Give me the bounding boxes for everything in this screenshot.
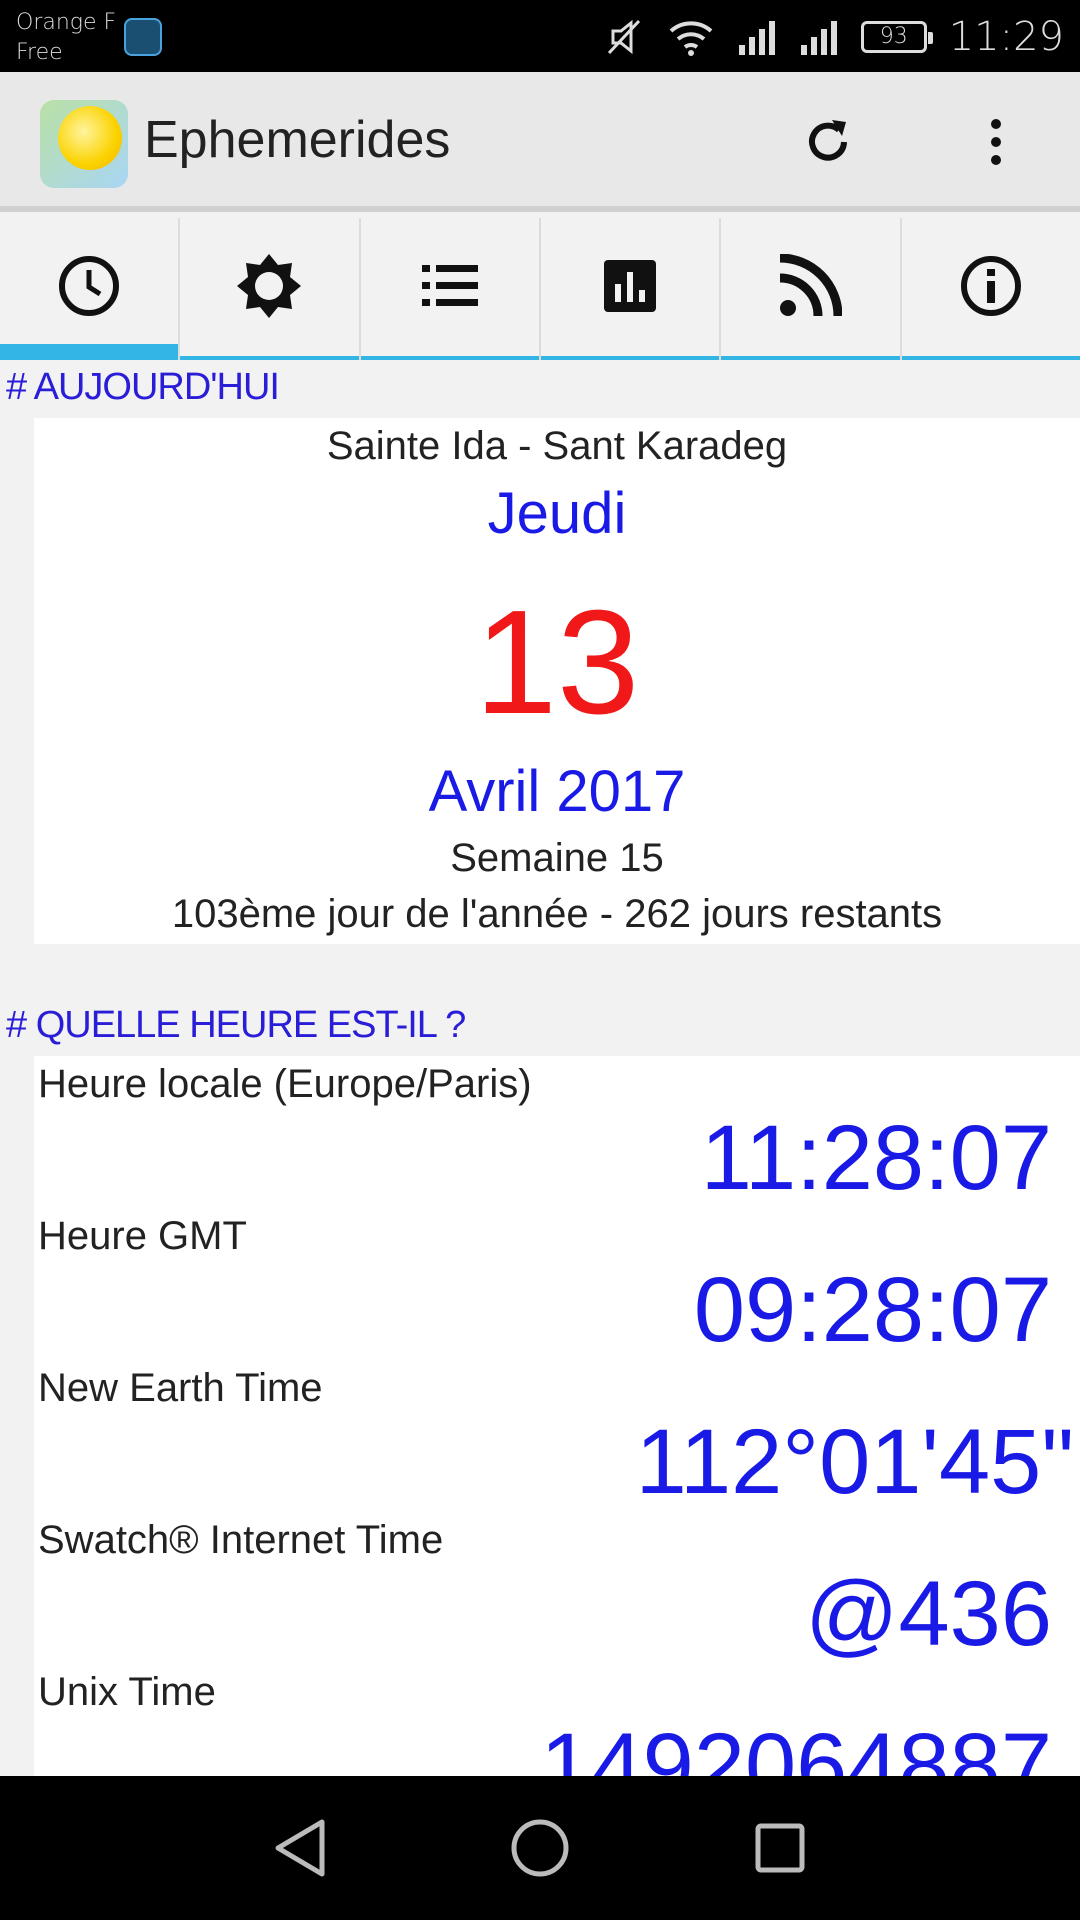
day-number: 13 [474, 580, 640, 745]
day-name: Jeudi [487, 481, 627, 546]
tab-info[interactable] [901, 218, 1080, 360]
info-icon [960, 256, 1021, 316]
tab-rss[interactable] [721, 218, 902, 360]
today-card: Sainte Ida - Sant Karadeg Jeudi 13 Avril… [34, 418, 1080, 944]
carrier-name: Orange F Free [16, 10, 117, 65]
clock-icon [59, 256, 120, 316]
rss-icon [780, 254, 843, 317]
notification-app-icon [124, 18, 162, 56]
time-header: # QUELLE HEURE EST-IL ? [6, 1004, 466, 1046]
refresh-icon [809, 120, 847, 161]
time-value: 112°01'45" [635, 1411, 1074, 1513]
tab-clock[interactable] [0, 218, 181, 360]
back-icon [275, 1819, 325, 1877]
time-row: Heure locale (Europe/Paris) 11:28:07 [34, 1056, 1080, 1209]
wifi-icon [669, 21, 713, 56]
time-row: Heure GMT 09:28:07 [34, 1208, 1080, 1361]
time-value: 1492064887 [540, 1715, 1052, 1776]
week-number: Semaine 15 [450, 836, 664, 880]
brightness-icon [237, 254, 302, 318]
saint-of-day: Sainte Ida - Sant Karadeg [326, 424, 788, 468]
year-day: 103ème jour de l'année - 262 jours resta… [171, 892, 943, 936]
time-label: Heure locale (Europe/Paris) [38, 1062, 532, 1106]
tab-bar [0, 218, 1080, 360]
time-label: Heure GMT [38, 1214, 247, 1258]
time-card: Heure locale (Europe/Paris) 11:28:07 Heu… [34, 1056, 1080, 1776]
sun-logo [40, 100, 128, 188]
time-row: Swatch® Internet Time @436 [34, 1512, 1080, 1665]
home-button[interactable] [504, 1812, 576, 1884]
status-icons: 93 11:29 [605, 12, 1064, 62]
time-value: 11:28:07 [700, 1107, 1052, 1209]
time-row: New Earth Time 112°01'45" [34, 1360, 1080, 1513]
back-button[interactable] [264, 1812, 336, 1884]
tab-list[interactable] [360, 218, 541, 360]
tab-brightness[interactable] [180, 218, 361, 360]
signal-icon [738, 21, 775, 55]
tab-stats[interactable] [540, 218, 722, 360]
recents-button[interactable] [744, 1812, 816, 1884]
mute-icon [607, 19, 640, 55]
app-title: Ephemerides [144, 111, 451, 169]
time-label: Swatch® Internet Time [38, 1518, 444, 1562]
recents-icon [755, 1823, 805, 1873]
app-bar: Ephemerides [0, 72, 1080, 212]
time-value: @436 [805, 1563, 1052, 1665]
today-header: # AUJOURD'HUI [6, 366, 280, 408]
refresh-button[interactable] [800, 114, 856, 170]
time-value: 09:28:07 [693, 1259, 1052, 1361]
list-icon [421, 265, 478, 306]
bar-chart-icon [604, 260, 657, 312]
time-label: Unix Time [38, 1670, 216, 1714]
battery-icon: 93 [860, 21, 933, 53]
home-icon [511, 1819, 569, 1877]
signal-icon [800, 21, 837, 55]
time-label: New Earth Time [38, 1366, 323, 1410]
time-row: Unix Time 1492064887 [34, 1664, 1080, 1776]
status-time: 11:29 [948, 14, 1064, 60]
month-year: Avril 2017 [428, 759, 686, 824]
overflow-menu-button[interactable] [968, 114, 1024, 170]
status-bar: Orange F Free 93 11:29 [0, 0, 1080, 72]
overflow-menu-icon [991, 119, 1001, 165]
navigation-bar [0, 1776, 1080, 1920]
